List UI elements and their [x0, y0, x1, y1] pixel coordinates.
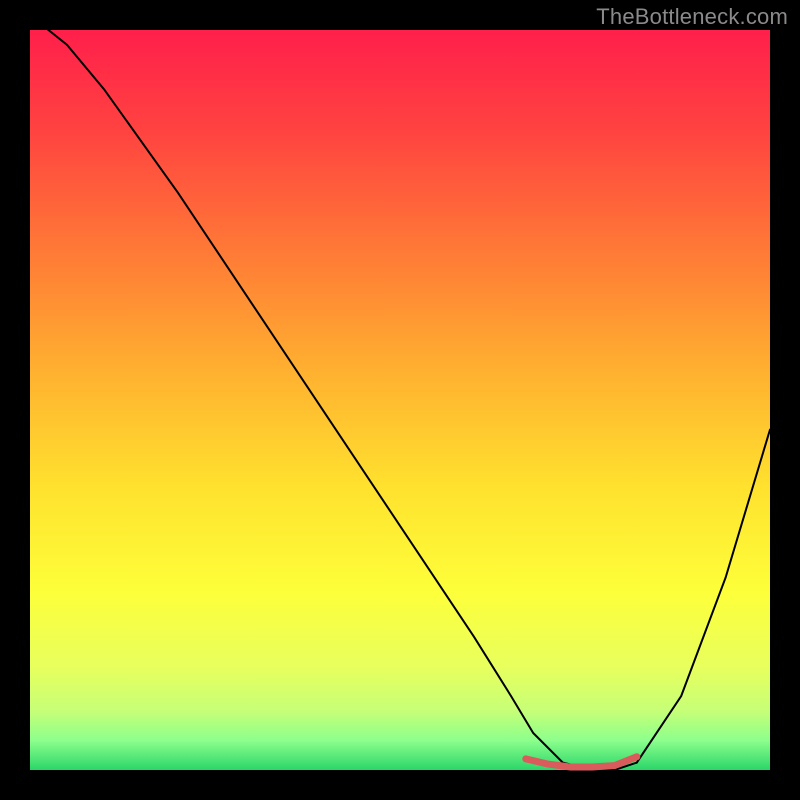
bottleneck-curve [30, 15, 770, 770]
watermark-text: TheBottleneck.com [596, 4, 788, 30]
optimum-band [526, 757, 637, 767]
chart-curves [30, 30, 770, 770]
chart-frame: TheBottleneck.com [0, 0, 800, 800]
plot-area [30, 30, 770, 770]
